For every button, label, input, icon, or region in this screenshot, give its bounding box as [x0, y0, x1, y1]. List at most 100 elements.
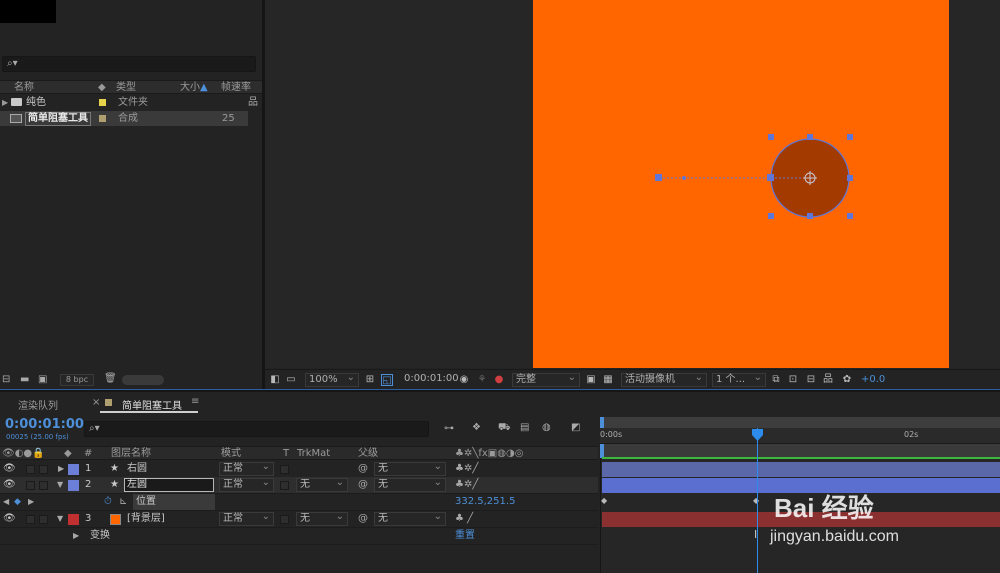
canvas-overlay[interactable] — [533, 0, 949, 368]
lock-box[interactable] — [39, 515, 48, 524]
preserve-transparency-box[interactable] — [280, 515, 289, 524]
flowchart-icon[interactable]: 品 — [822, 374, 834, 386]
show-snapshot-icon[interactable]: ⚘ — [476, 374, 488, 386]
keyframe-marker[interactable]: ◆ — [601, 496, 607, 505]
layer-label-color[interactable] — [68, 480, 79, 491]
project-item-folder[interactable]: ▶ 纯色 文件夹 品 — [0, 95, 258, 110]
lock-box[interactable] — [39, 481, 48, 490]
always-preview-icon[interactable]: ◧ — [269, 374, 281, 386]
expand-arrow-icon[interactable]: ▶ — [73, 528, 79, 544]
label-tag-icon[interactable]: ◆ — [64, 447, 72, 460]
trash-icon[interactable]: 🗑 — [104, 373, 117, 384]
layer-name-input[interactable]: 左圆 — [124, 478, 214, 492]
layer-switches[interactable]: ♣ ╱ — [455, 511, 473, 527]
transparency-grid-icon[interactable]: ▦ — [602, 374, 614, 386]
zoom-dropdown[interactable]: 100% — [305, 372, 359, 387]
layer-row[interactable]: 👁 ▼ 2 ★ 左圆 正常 无 @ 无 ♣✲╱ — [0, 477, 598, 494]
col-mode[interactable]: 模式 — [221, 447, 241, 460]
keyframe-handle[interactable] — [767, 174, 774, 181]
tab-menu-icon[interactable]: ≡ — [191, 396, 199, 407]
color-channel-icon[interactable]: ● — [493, 374, 505, 386]
switches-icons[interactable]: ♣✲╲fx▣◍◑◎ — [455, 447, 523, 460]
solo-box[interactable] — [26, 515, 35, 524]
layer-label-color[interactable] — [68, 514, 79, 525]
solo-box[interactable] — [26, 465, 35, 474]
layer-row[interactable]: 👁 ▼ 3 [背景层] 正常 无 @ 无 ♣ ╱ — [0, 511, 598, 528]
work-area-start-handle[interactable] — [600, 444, 604, 458]
lock-box[interactable] — [39, 465, 48, 474]
playhead-line[interactable] — [757, 428, 758, 573]
trkmat-dropdown[interactable]: 无 — [296, 511, 348, 526]
eye-icon[interactable]: 👁 — [3, 511, 16, 527]
close-tab-icon[interactable]: × — [92, 397, 100, 408]
3d-view-icon[interactable]: ⧉ — [770, 374, 782, 386]
time-ruler[interactable]: 0:00s 02s — [600, 428, 1000, 444]
col-trkmat[interactable]: TrkMat — [297, 447, 330, 460]
pickwhip-icon[interactable]: @ — [358, 477, 368, 493]
expand-arrow-icon[interactable]: ▶ — [58, 461, 64, 477]
col-layer-name[interactable]: 图层名称 — [111, 447, 151, 460]
resolution-dropdown[interactable]: 完整 — [512, 372, 580, 387]
layer-bar-1[interactable] — [602, 462, 1000, 477]
mask-visibility-icon[interactable]: ◱ — [381, 374, 393, 386]
col-framerate[interactable]: 帧速率 — [221, 81, 251, 95]
pixel-aspect-icon[interactable]: ⊡ — [787, 374, 799, 386]
new-composition-icon[interactable]: ▣ — [38, 374, 47, 385]
add-keyframe-icon[interactable]: ◆ — [14, 494, 21, 510]
next-keyframe-icon[interactable]: ▶ — [28, 494, 34, 510]
col-parent[interactable]: 父级 — [358, 447, 378, 460]
monitor-icon[interactable]: ▭ — [285, 374, 297, 386]
parent-dropdown[interactable]: 无 — [374, 461, 446, 476]
bpc-button[interactable]: 8 bpc — [60, 374, 94, 386]
transform-label[interactable]: 变换 — [90, 528, 110, 544]
col-name[interactable]: 名称 — [14, 81, 34, 95]
motion-blur-icon[interactable]: ◍ — [542, 422, 551, 433]
expand-arrow-icon[interactable]: ▶ — [2, 95, 8, 110]
solo-box[interactable] — [26, 481, 35, 490]
camera-dropdown[interactable]: 活动摄像机 — [621, 372, 707, 387]
layer-switches[interactable]: ♣✲╱ — [455, 477, 478, 493]
collapse-arrow-icon[interactable]: ▼ — [57, 511, 63, 527]
tab-composition[interactable]: 简单阻塞工具 — [122, 397, 182, 412]
trkmat-dropdown[interactable]: 无 — [296, 477, 348, 492]
keyframe-handle[interactable] — [655, 174, 662, 181]
property-row-position[interactable]: ◀ ◆ ▶ ⏱ ⊾ 位置 332.5,251.5 — [0, 494, 598, 511]
interpret-footage-icon[interactable]: ⊟ — [2, 374, 10, 385]
grid-icon[interactable]: ⊞ — [364, 374, 376, 386]
col-size[interactable]: 大小 — [180, 81, 200, 95]
hierarchy-icon[interactable]: 品 — [248, 95, 258, 110]
views-dropdown[interactable]: 1 个... — [712, 372, 766, 387]
shy-layers-icon[interactable]: ⛟ — [498, 422, 511, 435]
eye-icon[interactable]: 👁 — [3, 477, 16, 493]
current-timecode[interactable]: 0:00:01:00 — [5, 417, 84, 432]
pickwhip-icon[interactable]: @ — [358, 511, 368, 527]
navigator-handle[interactable] — [600, 417, 604, 428]
playhead-handle[interactable] — [752, 429, 763, 441]
reset-exposure-icon[interactable]: ✿ — [841, 374, 853, 386]
snapshot-icon[interactable]: ◉ — [458, 374, 470, 386]
parent-dropdown[interactable]: 无 — [374, 511, 446, 526]
layer-row[interactable]: 👁 ▶ 1 ★ 右圆 正常 @ 无 ♣✲╱ — [0, 461, 598, 478]
thumbnail-slider[interactable] — [122, 375, 164, 385]
layer-switches[interactable]: ♣✲╱ — [455, 461, 478, 477]
mode-dropdown[interactable]: 正常 — [219, 461, 274, 476]
fast-preview-icon[interactable]: ⊟ — [805, 374, 817, 386]
time-navigator[interactable] — [600, 417, 1000, 428]
preserve-transparency-box[interactable] — [280, 481, 289, 490]
reset-link[interactable]: 重置 — [455, 528, 475, 544]
layer-name[interactable]: [背景层] — [127, 511, 165, 527]
frame-blending-icon[interactable]: ▤ — [520, 422, 529, 433]
label-color-swatch[interactable] — [99, 99, 106, 106]
col-type[interactable]: 类型 — [116, 81, 136, 95]
tab-render-queue[interactable]: 渲染队列 — [18, 397, 58, 412]
property-row-transform[interactable]: ▶ 变换 重置 — [0, 528, 598, 545]
col-number[interactable]: # — [84, 447, 92, 460]
eye-icon[interactable]: 👁 — [3, 461, 16, 477]
timeline-search-input[interactable]: ⌕▾ — [84, 421, 429, 437]
collapse-arrow-icon[interactable]: ▼ — [57, 477, 63, 493]
project-item-comp[interactable]: 简单阻塞工具 合成 25 — [0, 111, 248, 126]
comp-mini-flowchart-icon[interactable]: ⊶ — [444, 423, 454, 434]
exposure-value[interactable]: +0.0 — [861, 374, 885, 385]
project-search-input[interactable]: ⌕▾ — [2, 56, 256, 72]
mode-dropdown[interactable]: 正常 — [219, 477, 274, 492]
